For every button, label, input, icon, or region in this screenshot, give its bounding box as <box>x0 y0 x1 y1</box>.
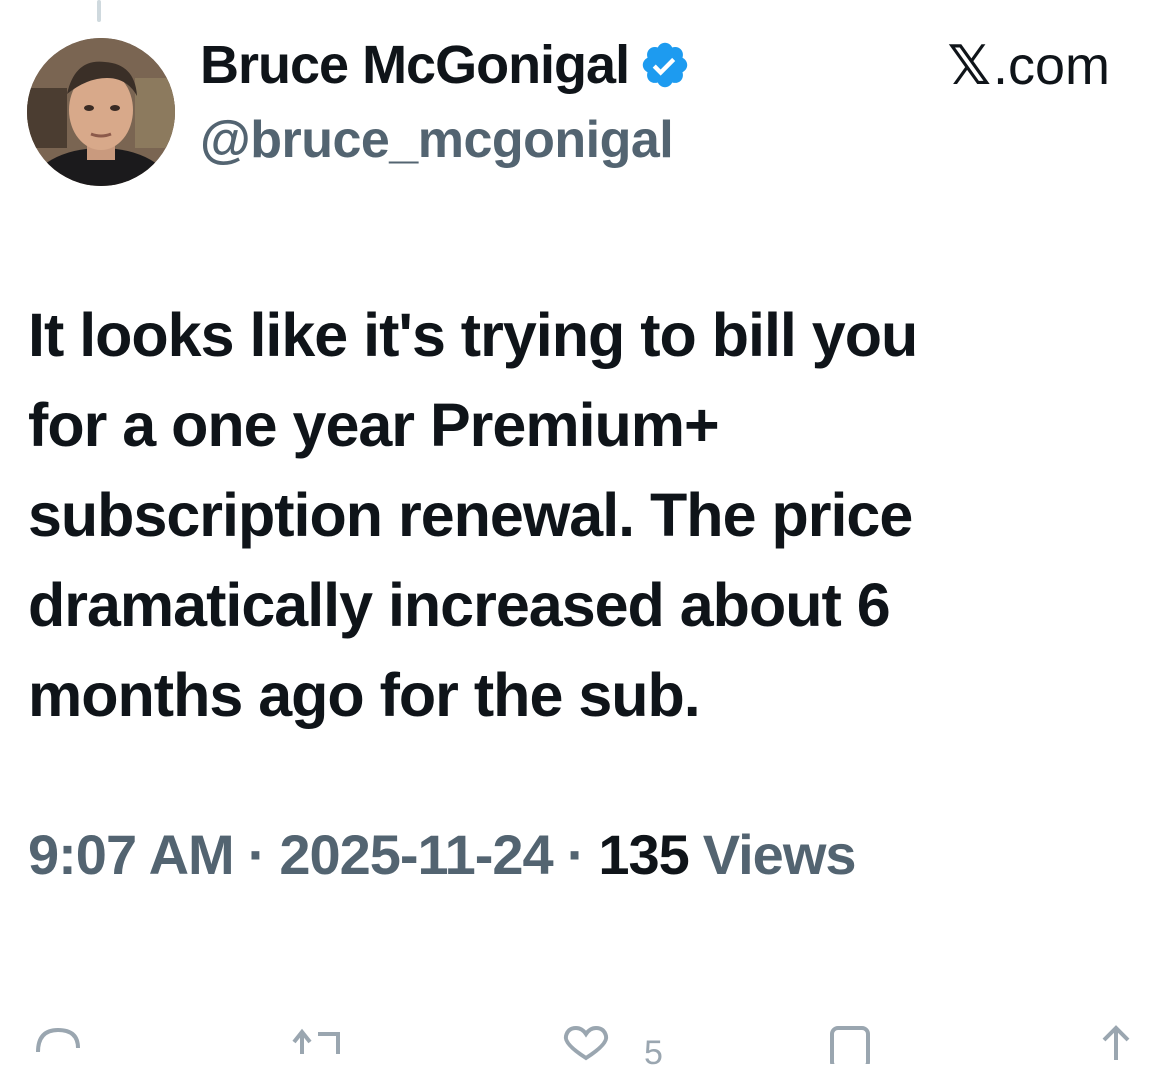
like-button[interactable] <box>558 1024 614 1064</box>
share-icon <box>1102 1025 1130 1060</box>
reply-icon <box>36 1027 80 1053</box>
tweet-meta: 9:07 AM · 2025-11-24 · 135 Views <box>28 822 857 887</box>
views-label: Views <box>702 823 857 886</box>
tweet-date[interactable]: 2025-11-24 <box>279 822 553 887</box>
action-bar <box>0 1024 1170 1064</box>
views-count: 135 <box>598 823 689 886</box>
source-domain: .com <box>992 35 1110 96</box>
author-name-row: Bruce McGonigal <box>200 32 691 98</box>
author-handle[interactable]: @bruce_mcgonigal <box>200 110 674 170</box>
author-display-name[interactable]: Bruce McGonigal <box>200 34 630 96</box>
reply-button[interactable] <box>30 1024 86 1064</box>
heart-icon <box>563 1025 609 1061</box>
tweet-text: It looks like it's trying to bill you fo… <box>28 301 918 729</box>
bookmark-button[interactable] <box>822 1024 878 1064</box>
bookmark-icon <box>830 1026 870 1064</box>
like-count: 5 <box>644 1034 663 1072</box>
repost-icon <box>292 1028 340 1054</box>
tweet-time[interactable]: 9:07 AM <box>28 822 235 887</box>
avatar[interactable] <box>27 38 175 186</box>
verified-badge-icon <box>642 42 688 88</box>
x-logo-icon: 𝕏 <box>947 36 991 96</box>
meta-separator: · <box>566 823 586 886</box>
meta-separator: · <box>247 823 267 886</box>
thread-connector-line <box>97 0 101 22</box>
profile-photo-icon <box>27 38 175 186</box>
repost-button[interactable] <box>288 1024 344 1064</box>
share-button[interactable] <box>1090 1024 1146 1064</box>
source-watermark: 𝕏 .com <box>947 34 1110 97</box>
